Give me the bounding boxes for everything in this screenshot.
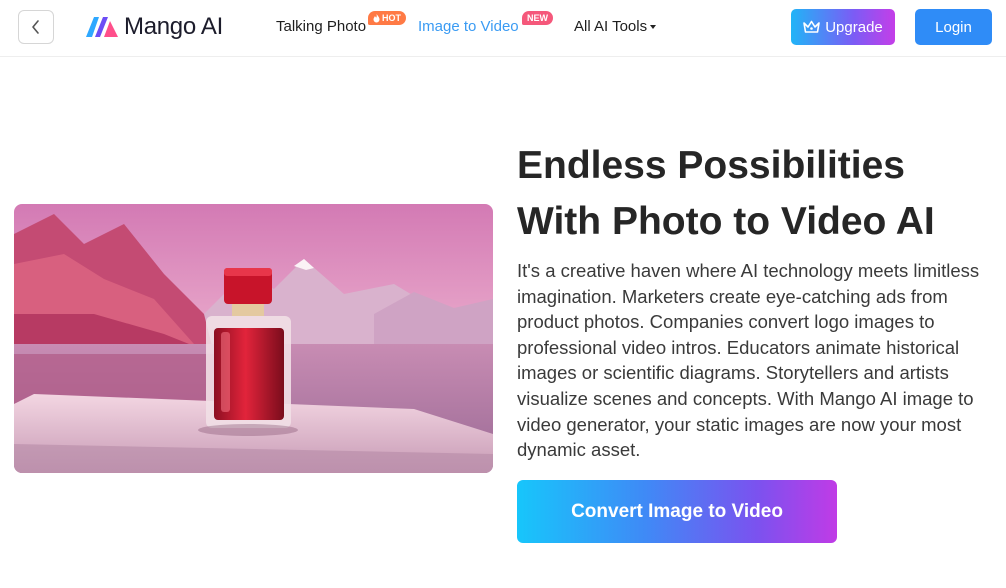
- hot-badge: HOT: [368, 11, 406, 25]
- new-badge: NEW: [522, 11, 553, 25]
- mango-logo-icon: [86, 17, 118, 37]
- hero-image-perfume: [14, 204, 493, 473]
- hero-title-line-2: With Photo to Video AI: [517, 200, 935, 243]
- crown-icon: [803, 20, 821, 33]
- hero-title: Endless Possibilities With Photo to Vide…: [517, 138, 997, 250]
- upgrade-button[interactable]: Upgrade: [791, 9, 895, 45]
- hero-description: It's a creative haven where AI technolog…: [517, 260, 980, 461]
- brand-name: Mango AI: [124, 13, 224, 40]
- nav-image-to-video[interactable]: Image to Video: [418, 18, 519, 35]
- upgrade-label: Upgrade: [825, 18, 883, 36]
- top-navbar: Mango AI Talking Photo HOT Image to Vide…: [0, 0, 1006, 57]
- convert-image-to-video-button[interactable]: Convert Image to Video: [517, 480, 837, 543]
- hero-title-line-1: Endless Possibilities: [517, 144, 905, 187]
- brand-logo[interactable]: Mango AI: [84, 13, 223, 41]
- hot-badge-label: HOT: [382, 13, 401, 23]
- flame-icon: [373, 13, 380, 22]
- caret-down-icon: [650, 25, 657, 29]
- login-button[interactable]: Login: [915, 9, 992, 45]
- nav-all-ai-tools-label: All AI Tools: [574, 18, 648, 35]
- nav-talking-photo[interactable]: Talking Photo: [276, 18, 366, 35]
- back-button[interactable]: [18, 10, 54, 44]
- nav-all-ai-tools[interactable]: All AI Tools: [574, 18, 657, 35]
- chevron-left-icon: [32, 20, 39, 34]
